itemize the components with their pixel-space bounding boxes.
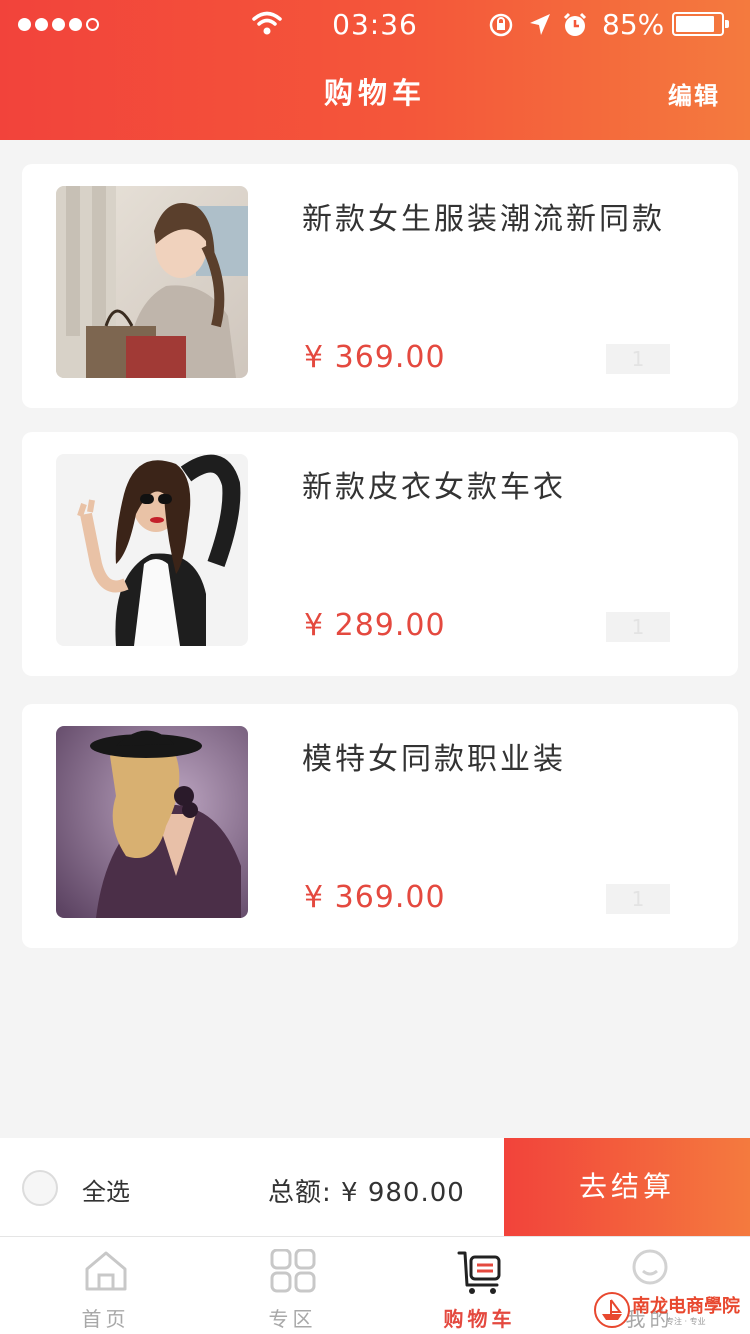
select-all-checkbox[interactable] xyxy=(22,1170,58,1206)
tab-label: 购物车 xyxy=(443,1307,516,1331)
home-icon xyxy=(85,1251,126,1291)
cart-item[interactable]: 新款女生服装潮流新同款 ¥ 369.00 1 xyxy=(22,164,738,408)
checkout-button[interactable]: 去结算 xyxy=(504,1138,750,1236)
quantity-field[interactable]: 1 xyxy=(606,884,670,914)
user-icon xyxy=(632,1249,667,1285)
product-name[interactable]: 新款女生服装潮流新同款 xyxy=(302,194,665,238)
quantity-field[interactable]: 1 xyxy=(606,612,670,642)
location-arrow-icon xyxy=(530,14,550,35)
battery-icon xyxy=(672,12,729,36)
tab-home[interactable]: 首页 xyxy=(12,1237,199,1334)
total-value: ¥ 980.00 xyxy=(341,1178,465,1208)
product-price: ¥ 369.00 xyxy=(304,340,446,375)
tab-zone[interactable]: 专区 xyxy=(199,1237,386,1334)
product-price: ¥ 369.00 xyxy=(304,880,446,915)
status-bar: 03:36 85% xyxy=(0,0,750,50)
cart-icon xyxy=(457,1251,500,1294)
watermark-subtext: 专注 · 专业 xyxy=(666,1317,706,1326)
watermark-text: 南龙电商學院 xyxy=(632,1296,740,1317)
tab-label: 首页 xyxy=(81,1307,130,1331)
product-name[interactable]: 模特女同款职业装 xyxy=(302,734,566,778)
product-price: ¥ 289.00 xyxy=(304,608,446,643)
product-name[interactable]: 新款皮衣女款车衣 xyxy=(302,462,566,506)
select-all-label[interactable]: 全选 xyxy=(82,1172,130,1207)
edit-button[interactable]: 编辑 xyxy=(668,76,720,111)
product-image[interactable] xyxy=(56,726,248,918)
battery-percentage: 85% xyxy=(602,8,665,41)
watermark-logo: 南龙电商學院 专注 · 专业 xyxy=(594,1290,750,1330)
ship-logo-icon xyxy=(594,1292,630,1328)
product-image[interactable] xyxy=(56,186,248,378)
total-label: 总额: xyxy=(268,1178,332,1208)
grid-icon xyxy=(270,1249,315,1293)
product-image[interactable] xyxy=(56,454,248,646)
tab-cart[interactable]: 购物车 xyxy=(386,1237,573,1334)
tab-label: 专区 xyxy=(268,1307,317,1331)
checkout-bar: 全选 总额: ¥ 980.00 去结算 xyxy=(0,1138,750,1236)
rotation-lock-icon xyxy=(489,13,513,37)
quantity-field[interactable]: 1 xyxy=(606,344,670,374)
header-bar: 03:36 85% 购物车 编辑 xyxy=(0,0,750,140)
page-title: 购物车 xyxy=(323,76,426,110)
total-amount: 总额: ¥ 980.00 xyxy=(268,1172,465,1209)
alarm-clock-icon xyxy=(563,12,587,36)
cart-item[interactable]: 模特女同款职业装 ¥ 369.00 1 xyxy=(22,704,738,948)
cart-item[interactable]: 新款皮衣女款车衣 ¥ 289.00 1 xyxy=(22,432,738,676)
